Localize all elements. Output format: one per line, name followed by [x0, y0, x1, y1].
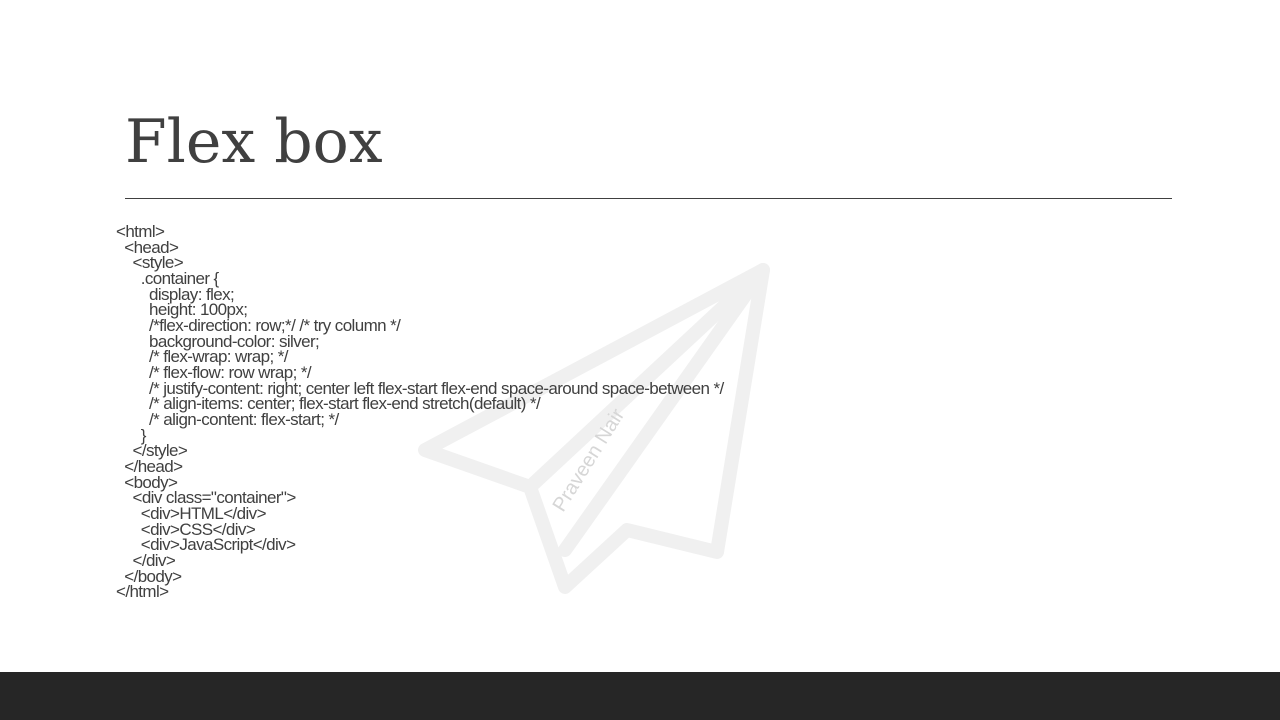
code-line: </head> — [116, 457, 183, 477]
code-line: </body> — [116, 566, 182, 586]
code-line: /* align-content: flex-start; */ — [116, 410, 339, 430]
code-block: <html> <head> <style> .container { displ… — [116, 222, 724, 602]
code-line: <html> — [116, 222, 165, 241]
code-line: </div> — [116, 551, 176, 571]
code-line: </style> — [116, 441, 188, 461]
slide: Praveen Nair Flex box <html> <head> <sty… — [0, 0, 1280, 720]
code-line: } — [116, 425, 147, 445]
code-line: </html> — [116, 582, 169, 602]
code-line: <head> — [116, 237, 179, 257]
code-line: <div>JavaScript</div> — [116, 535, 296, 555]
slide-title: Flex box — [125, 107, 383, 177]
footer-bar — [0, 672, 1280, 720]
title-divider — [125, 198, 1172, 199]
